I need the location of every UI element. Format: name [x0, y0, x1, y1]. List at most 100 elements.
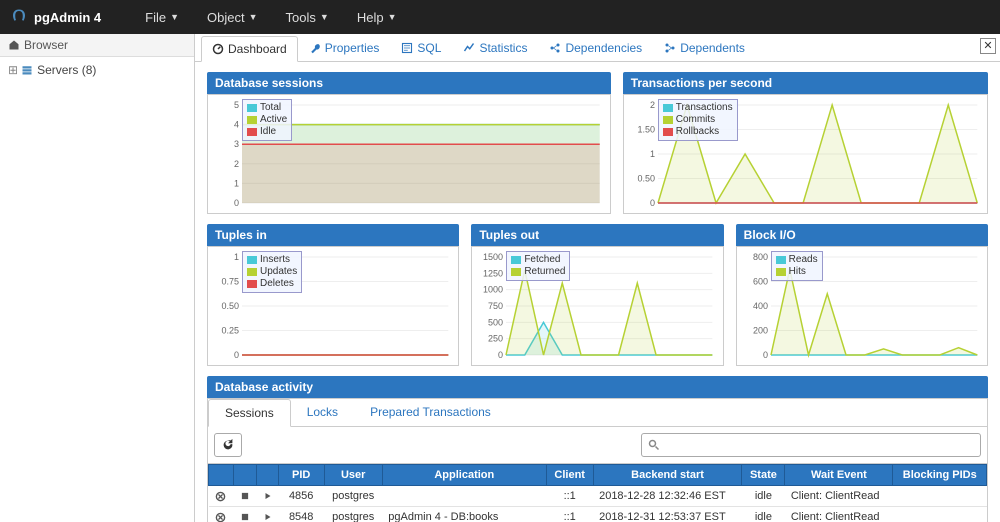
cell-wait: Client: ClientRead — [785, 486, 893, 507]
cell-app — [382, 486, 546, 507]
svg-text:4: 4 — [234, 120, 239, 130]
cancel-session-icon[interactable] — [209, 486, 234, 507]
content-area: ✕ Dashboard Properties SQL Statistics De… — [195, 34, 1000, 522]
svg-text:0.25: 0.25 — [221, 326, 239, 336]
svg-text:0: 0 — [498, 350, 503, 359]
menu-help[interactable]: Help▼ — [343, 10, 411, 25]
col-header[interactable]: Client — [546, 465, 593, 486]
menu-object[interactable]: Object▼ — [193, 10, 272, 25]
terminate-session-icon[interactable] — [233, 486, 257, 507]
app-logo: pgAdmin 4 — [10, 8, 101, 26]
home-icon — [8, 39, 20, 51]
svg-text:1: 1 — [234, 253, 239, 262]
svg-text:1: 1 — [650, 149, 655, 159]
cell-state: idle — [742, 507, 785, 522]
sessions-table: PIDUserApplicationClientBackend startSta… — [208, 464, 987, 522]
expand-row-icon[interactable] — [257, 486, 278, 507]
svg-text:1000: 1000 — [483, 285, 503, 295]
expand-icon[interactable]: ⊞ — [8, 63, 18, 77]
cell-pid: 8548 — [278, 507, 324, 522]
svg-text:3: 3 — [234, 139, 239, 149]
svg-text:0.50: 0.50 — [637, 174, 655, 184]
col-header[interactable]: Blocking PIDs — [893, 465, 987, 486]
col-header[interactable] — [257, 465, 278, 486]
col-header[interactable] — [209, 465, 234, 486]
sql-icon — [401, 42, 413, 54]
search-input[interactable] — [641, 433, 981, 457]
svg-text:750: 750 — [488, 301, 503, 311]
dashboard-panel: Database sessions 012345 Total Active Id… — [195, 62, 1000, 522]
app-title: pgAdmin 4 — [34, 10, 101, 25]
tab-dependents[interactable]: Dependents — [653, 35, 756, 61]
refresh-button[interactable] — [214, 433, 242, 457]
topbar: pgAdmin 4 File▼ Object▼ Tools▼ Help▼ — [0, 0, 1000, 34]
table-row[interactable]: 4856postgres::12018-12-28 12:32:46 ESTid… — [209, 486, 987, 507]
tab-properties[interactable]: Properties — [298, 35, 391, 61]
browser-tree[interactable]: ⊞ Servers (8) — [0, 57, 194, 83]
refresh-icon — [221, 438, 235, 452]
tab-dashboard[interactable]: Dashboard — [201, 36, 298, 62]
table-row[interactable]: 8548postgrespgAdmin 4 - DB:books::12018-… — [209, 507, 987, 522]
browser-panel-title: Browser — [0, 34, 194, 57]
expand-row-icon[interactable] — [257, 507, 278, 522]
svg-text:2: 2 — [650, 101, 655, 110]
cell-blocking — [893, 486, 987, 507]
col-header[interactable]: Application — [382, 465, 546, 486]
dependents-icon — [664, 42, 676, 54]
svg-text:0: 0 — [763, 350, 768, 359]
search-icon — [648, 439, 660, 451]
cell-user: postgres — [324, 486, 382, 507]
cell-app: pgAdmin 4 - DB:books — [382, 507, 546, 522]
svg-text:0: 0 — [650, 198, 655, 207]
subtab-locks[interactable]: Locks — [291, 399, 354, 426]
cell-client: ::1 — [546, 486, 593, 507]
wrench-icon — [309, 42, 321, 54]
col-header[interactable]: State — [742, 465, 785, 486]
tab-dependencies[interactable]: Dependencies — [538, 35, 653, 61]
chart-database-sessions: Database sessions 012345 Total Active Id… — [207, 72, 611, 214]
chart-tuples-in: Tuples in 00.250.500.751 Inserts Updates… — [207, 224, 459, 366]
svg-text:1: 1 — [234, 178, 239, 188]
cell-state: idle — [742, 486, 785, 507]
stats-icon — [463, 42, 475, 54]
col-header[interactable]: Backend start — [593, 465, 742, 486]
svg-text:250: 250 — [488, 334, 503, 344]
svg-text:1500: 1500 — [483, 253, 503, 262]
col-header[interactable]: PID — [278, 465, 324, 486]
sidebar: Browser ⊞ Servers (8) — [0, 34, 195, 522]
close-panel-button[interactable]: ✕ — [980, 38, 996, 54]
chart-block-io: Block I/O 0200400600800 Reads Hits — [736, 224, 988, 366]
svg-text:200: 200 — [753, 326, 768, 336]
cell-pid: 4856 — [278, 486, 324, 507]
subtab-sessions[interactable]: Sessions — [208, 399, 291, 427]
svg-text:5: 5 — [234, 101, 239, 110]
database-activity: Database activity Sessions Locks Prepare… — [207, 376, 988, 522]
cell-start: 2018-12-28 12:32:46 EST — [593, 486, 742, 507]
svg-text:2: 2 — [234, 159, 239, 169]
cell-user: postgres — [324, 507, 382, 522]
svg-text:800: 800 — [753, 253, 768, 262]
cell-start: 2018-12-31 12:53:37 EST — [593, 507, 742, 522]
col-header[interactable]: User — [324, 465, 382, 486]
subtab-prepared[interactable]: Prepared Transactions — [354, 399, 507, 426]
tab-sql[interactable]: SQL — [390, 35, 452, 61]
activity-subtabs: Sessions Locks Prepared Transactions — [208, 399, 987, 427]
menu-file[interactable]: File▼ — [131, 10, 193, 25]
col-header[interactable]: Wait Event — [785, 465, 893, 486]
svg-text:1.50: 1.50 — [637, 125, 655, 135]
menu-tools[interactable]: Tools▼ — [272, 10, 343, 25]
svg-text:400: 400 — [753, 301, 768, 311]
cancel-session-icon[interactable] — [209, 507, 234, 522]
svg-text:0.50: 0.50 — [221, 301, 239, 311]
cell-client: ::1 — [546, 507, 593, 522]
content-tabs: Dashboard Properties SQL Statistics Depe… — [195, 34, 1000, 62]
svg-text:0.75: 0.75 — [221, 277, 239, 287]
tree-node-servers[interactable]: ⊞ Servers (8) — [6, 61, 188, 79]
elephant-icon — [10, 8, 28, 26]
svg-text:600: 600 — [753, 277, 768, 287]
col-header[interactable] — [233, 465, 257, 486]
terminate-session-icon[interactable] — [233, 507, 257, 522]
tab-statistics[interactable]: Statistics — [452, 35, 538, 61]
chart-tps: Transactions per second 00.5011.502 Tran… — [623, 72, 988, 214]
svg-text:0: 0 — [234, 350, 239, 359]
